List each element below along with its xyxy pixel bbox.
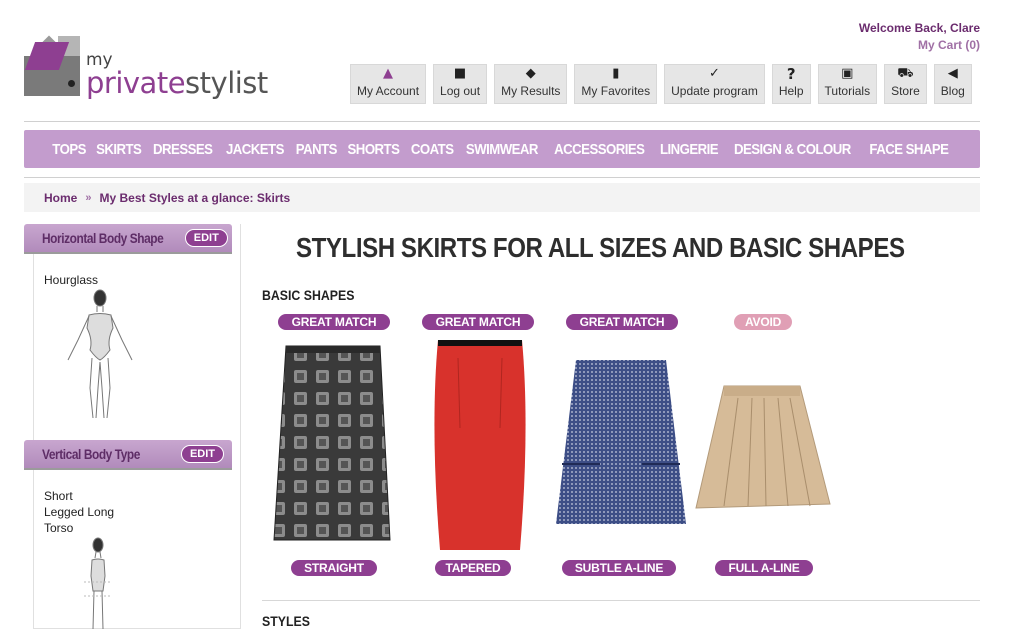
tag-icon: ◆ bbox=[525, 66, 536, 81]
horizontal-shape-value: Hourglass bbox=[44, 273, 99, 287]
edit-horizontal-shape-button[interactable]: EDIT bbox=[184, 229, 228, 247]
check-icon: ✓ bbox=[709, 66, 720, 81]
vertical-type-line: Torso bbox=[44, 521, 74, 535]
nav-item-design-colour[interactable]: DESIGN & COLOUR bbox=[734, 141, 851, 158]
tapered-skirt-image[interactable] bbox=[428, 338, 532, 554]
edit-vertical-type-button[interactable]: EDIT bbox=[180, 445, 224, 463]
logo-mark-dot bbox=[68, 80, 75, 87]
vertical-body-type-header: Vertical Body Type EDIT bbox=[24, 440, 232, 468]
my-favorites-button[interactable]: ▮ My Favorites bbox=[574, 64, 658, 104]
basic-shapes-heading: BASIC SHAPES bbox=[262, 287, 355, 303]
welcome-block: Welcome Back, Clare My Cart (0) bbox=[859, 20, 980, 54]
update-program-button[interactable]: ✓ Update program bbox=[664, 64, 765, 104]
vertical-figure-image bbox=[84, 537, 112, 629]
store-button[interactable]: ⛟ Store bbox=[884, 64, 927, 104]
log-out-button[interactable]: ■ Log out bbox=[433, 64, 488, 104]
nav-item-skirts[interactable]: SKIRTS bbox=[96, 141, 142, 158]
nav-item-pants[interactable]: PANTS bbox=[295, 141, 337, 158]
megaphone-icon: ◀ bbox=[947, 66, 958, 81]
hourglass-figure-image bbox=[67, 289, 133, 419]
vertical-type-value: Short Legged Long Torso bbox=[44, 488, 114, 536]
blog-button[interactable]: ◀ Blog bbox=[933, 64, 972, 104]
clapper-icon: ▣ bbox=[841, 66, 854, 81]
full-a-line-skirt-image[interactable] bbox=[694, 384, 832, 516]
nav-item-dresses[interactable]: DRESSES bbox=[153, 141, 213, 158]
toolbar-label: Help bbox=[778, 84, 804, 98]
nav-item-accessories[interactable]: ACCESSORIES bbox=[554, 141, 645, 158]
cart-icon: ⛟ bbox=[897, 66, 914, 81]
logo-wordmark: privatestylist bbox=[86, 66, 268, 100]
straight-skirt-image[interactable] bbox=[268, 344, 400, 546]
my-results-button[interactable]: ◆ My Results bbox=[494, 64, 568, 104]
toolbar-label: My Account bbox=[357, 84, 420, 98]
subtle-a-line-skirt-label[interactable]: SUBTLE A-LINE bbox=[562, 560, 676, 576]
great-match-badge: GREAT MATCH bbox=[566, 314, 678, 330]
straight-skirt-label[interactable]: STRAIGHT bbox=[291, 560, 377, 576]
toolbar-label: My Results bbox=[501, 84, 561, 98]
toolbar-label: Update program bbox=[671, 84, 758, 98]
lock-icon: ■ bbox=[453, 66, 467, 81]
cart-link[interactable]: My Cart (0) bbox=[859, 37, 980, 54]
logo-private-text: private bbox=[86, 66, 186, 100]
help-button[interactable]: ? Help bbox=[771, 64, 811, 104]
nav-item-tops[interactable]: TOPS bbox=[52, 141, 86, 158]
logo-stylist-text: stylist bbox=[185, 66, 268, 100]
great-match-badge: GREAT MATCH bbox=[278, 314, 390, 330]
toolbar: ▲ My Account ■ Log out ◆ My Results ▮ My Fav… bbox=[350, 64, 972, 104]
toolbar-label: Blog bbox=[940, 84, 965, 98]
nav-item-swimwear[interactable]: SWIMWEAR bbox=[466, 141, 539, 158]
nav-item-lingerie[interactable]: LINGERIE bbox=[659, 141, 718, 158]
avoid-badge: AVOID bbox=[734, 314, 792, 330]
divider bbox=[24, 121, 980, 122]
toolbar-label: Log out bbox=[440, 84, 481, 98]
toolbar-label: My Favorites bbox=[581, 84, 651, 98]
welcome-text: Welcome Back, Clare bbox=[858, 21, 980, 35]
horizontal-body-shape-header: Horizontal Body Shape EDIT bbox=[24, 224, 232, 252]
breadcrumb-current[interactable]: My Best Styles at a glance: Skirts bbox=[99, 191, 290, 205]
tapered-skirt-label[interactable]: TAPERED bbox=[435, 560, 511, 576]
question-icon: ? bbox=[786, 65, 796, 83]
nav-item-jackets[interactable]: JACKETS bbox=[226, 141, 284, 158]
vertical-type-line: Legged Long bbox=[44, 505, 115, 519]
my-account-button[interactable]: ▲ My Account bbox=[350, 64, 427, 104]
sidebar-section-title: Vertical Body Type bbox=[42, 446, 140, 462]
breadcrumb-separator: » bbox=[85, 191, 92, 204]
full-a-line-skirt-label[interactable]: FULL A-LINE bbox=[715, 560, 813, 576]
nav-item-face-shape[interactable]: FACE SHAPE bbox=[869, 141, 949, 158]
breadcrumb-home[interactable]: Home bbox=[44, 191, 77, 205]
divider bbox=[262, 600, 980, 601]
tutorials-button[interactable]: ▣ Tutorials bbox=[817, 64, 878, 104]
divider bbox=[24, 177, 980, 178]
toolbar-label: Store bbox=[891, 84, 920, 98]
document-icon: ▮ bbox=[612, 66, 620, 81]
sidebar-section-title: Horizontal Body Shape bbox=[42, 230, 164, 246]
breadcrumb: Home » My Best Styles at a glance: Skirt… bbox=[24, 183, 980, 212]
nav-item-shorts[interactable]: SHORTS bbox=[348, 141, 400, 158]
styles-heading: STYLES bbox=[262, 613, 310, 629]
great-match-badge: GREAT MATCH bbox=[422, 314, 534, 330]
site-logo[interactable]: my privatestylist bbox=[24, 35, 274, 106]
page-title: STYLISH SKIRTS FOR ALL SIZES AND BASIC S… bbox=[296, 232, 905, 263]
vertical-type-line: Short bbox=[44, 489, 73, 503]
category-nav: TOPS SKIRTS DRESSES JACKETS PANTS SHORTS… bbox=[24, 130, 980, 168]
user-icon: ▲ bbox=[383, 66, 394, 81]
nav-item-coats[interactable]: COATS bbox=[411, 141, 454, 158]
subtle-a-line-skirt-image[interactable] bbox=[554, 358, 688, 528]
toolbar-label: Tutorials bbox=[824, 84, 871, 98]
